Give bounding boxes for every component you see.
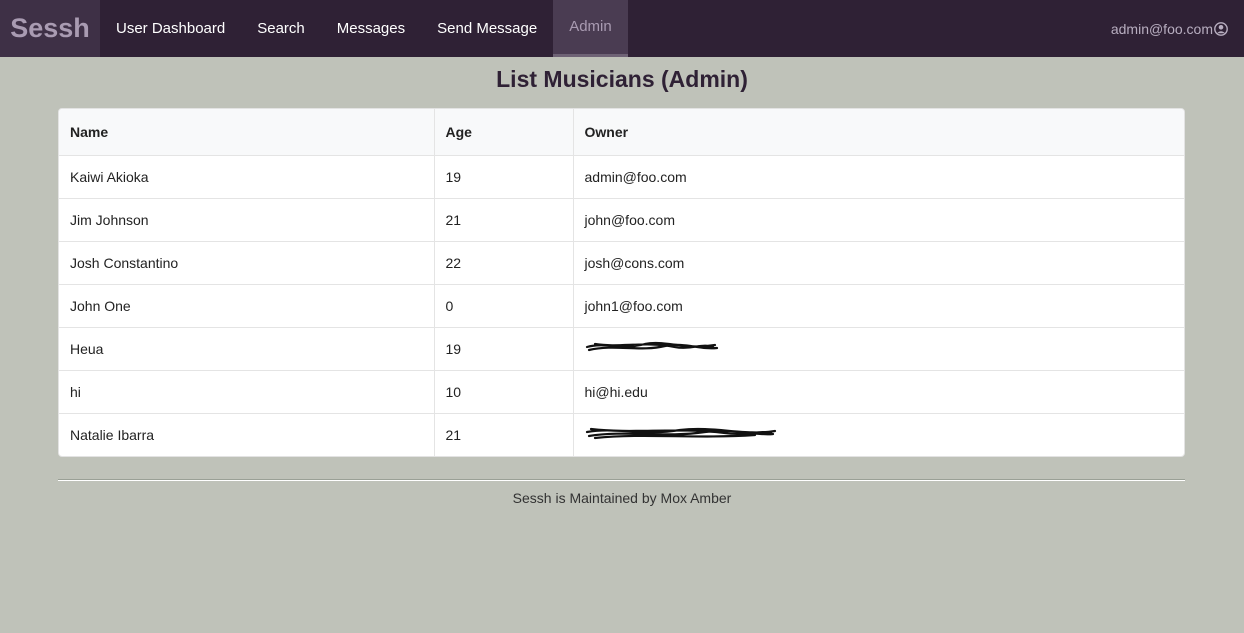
table-row: Natalie Ibarra 21 bbox=[59, 413, 1184, 456]
cell-age: 0 bbox=[434, 284, 574, 327]
column-header-name: Name bbox=[59, 109, 435, 156]
footer-text: Sessh is Maintained by Mox Amber bbox=[512, 490, 732, 506]
table-row: hi 10 hi@hi.edu bbox=[59, 370, 1184, 413]
cell-name: Kaiwi Akioka bbox=[59, 155, 435, 198]
user-menu[interactable]: admin@foo.com bbox=[1111, 0, 1228, 57]
table-row: Heua 19 bbox=[59, 327, 1184, 370]
table-header-row: Name Age Owner bbox=[59, 109, 1184, 156]
column-header-owner: Owner bbox=[573, 109, 1184, 156]
cell-name: Jim Johnson bbox=[59, 198, 435, 241]
table-row: Kaiwi Akioka 19 admin@foo.com bbox=[59, 155, 1184, 198]
nav-admin[interactable]: Admin bbox=[553, 0, 628, 57]
cell-owner: josh@cons.com bbox=[584, 254, 685, 271]
nav-search[interactable]: Search bbox=[241, 0, 321, 57]
nav-user-dashboard[interactable]: User Dashboard bbox=[100, 0, 241, 57]
cell-owner: hi@hi.edu bbox=[584, 383, 648, 400]
cell-age: 19 bbox=[434, 155, 574, 198]
table-row: John One 0 john1@foo.com bbox=[59, 284, 1184, 327]
nav-messages[interactable]: Messages bbox=[321, 0, 421, 57]
cell-name: Heua bbox=[59, 327, 435, 370]
brand-logo[interactable]: Sessh bbox=[0, 0, 100, 57]
cell-name: hi bbox=[59, 370, 435, 413]
cell-age: 21 bbox=[434, 198, 574, 241]
cell-age: 19 bbox=[434, 327, 574, 370]
redaction-scribble bbox=[585, 341, 718, 352]
page-title: List Musicians (Admin) bbox=[496, 66, 748, 92]
user-circle-icon bbox=[1214, 21, 1228, 36]
redaction-scribble bbox=[585, 428, 776, 440]
musicians-table: Name Age Owner Kaiwi Akioka 19 admin@foo… bbox=[58, 108, 1185, 457]
cell-age: 22 bbox=[434, 241, 574, 284]
nav-send-message[interactable]: Send Message bbox=[421, 0, 553, 57]
cell-owner: john@foo.com bbox=[584, 211, 675, 228]
cell-name: Josh Constantino bbox=[59, 241, 435, 284]
cell-owner: admin@foo.com bbox=[584, 168, 687, 185]
cell-owner: john1@foo.com bbox=[584, 297, 683, 314]
cell-owner-redacted bbox=[573, 413, 1184, 456]
navbar: Sessh User Dashboard Search Messages Sen… bbox=[0, 0, 1244, 57]
cell-age: 21 bbox=[434, 413, 574, 456]
cell-owner-redacted bbox=[573, 327, 1184, 370]
table-row: Josh Constantino 22 josh@cons.com bbox=[59, 241, 1184, 284]
user-email: admin@foo.com bbox=[1110, 20, 1213, 37]
cell-name: Natalie Ibarra bbox=[59, 413, 435, 456]
table-row: Jim Johnson 21 john@foo.com bbox=[59, 198, 1184, 241]
cell-name: John One bbox=[59, 284, 435, 327]
cell-age: 10 bbox=[434, 370, 574, 413]
column-header-age: Age bbox=[434, 109, 574, 156]
footer-divider bbox=[58, 479, 1185, 481]
